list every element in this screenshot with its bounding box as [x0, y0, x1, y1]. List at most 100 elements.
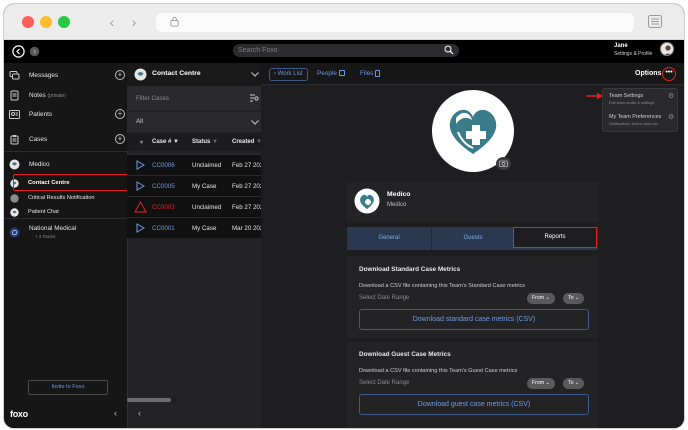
gear-icon: ⚙: [668, 114, 675, 121]
sidebar-item-messages[interactable]: Messages +: [4, 67, 127, 83]
sidebar-item-label: Messages: [29, 71, 59, 79]
date-range-label: Select Date Range: [359, 380, 410, 386]
select-all-chevron-icon[interactable]: ▾: [140, 139, 143, 146]
invite-button[interactable]: Invite to Foxo: [28, 380, 108, 395]
table-row[interactable]: CC0001 My Case Mar 20 2025: [127, 217, 267, 238]
user-settings-link[interactable]: Settings & Profile: [614, 51, 652, 57]
case-id[interactable]: CC0003: [152, 204, 175, 211]
private-tag: (private): [47, 92, 66, 99]
sidebar-item-notes[interactable]: Notes (private): [4, 87, 127, 103]
add-patient-button[interactable]: +: [115, 109, 125, 119]
channel-icon: [10, 207, 19, 217]
guest-metrics-heading: Download Guest Case Metrics: [359, 351, 451, 358]
case-table-header: ▾ Case # ▼ Status ▼ Created ▼: [127, 133, 262, 151]
camera-icon: [499, 160, 508, 167]
table-row[interactable]: CC0003 Unclaimed Feb 27 2025: [127, 196, 267, 217]
app-window: ‹ › Search Foxo Jane Settings & Profile …: [4, 4, 684, 428]
settings-sliders-icon[interactable]: [648, 15, 662, 28]
gear-icon: ⚙: [668, 93, 675, 100]
standard-metrics-desc: Download a CSV file containing this Team…: [359, 283, 526, 289]
to-date-select[interactable]: To ⌄: [563, 293, 585, 304]
maximize-window-button[interactable]: [58, 16, 70, 28]
files-icon: [375, 70, 381, 77]
more-options-button[interactable]: •••: [662, 67, 676, 81]
from-date-select[interactable]: From ⌄: [527, 293, 555, 304]
tab-guests[interactable]: Guests: [431, 227, 514, 250]
tab-general[interactable]: General: [347, 227, 431, 250]
team-sub: Medico: [387, 202, 407, 208]
change-photo-button[interactable]: [496, 157, 511, 170]
table-row[interactable]: CC0006 Unclaimed Feb 27 2025: [127, 154, 267, 175]
menu-item-team-settings[interactable]: Team Settings Edit team profile & settin…: [603, 89, 679, 111]
search-input[interactable]: Search Foxo: [233, 44, 459, 57]
to-date-select[interactable]: To ⌄: [563, 378, 585, 389]
filter-search-icon[interactable]: [250, 94, 259, 102]
from-date-select[interactable]: From ⌄: [527, 378, 555, 389]
forward-button[interactable]: ›: [126, 14, 142, 30]
case-status: My Case: [192, 225, 217, 232]
address-bar[interactable]: [156, 13, 634, 32]
files-tab[interactable]: Files: [360, 70, 381, 77]
tab-reports[interactable]: Reports: [513, 227, 597, 248]
collapse-case-list-icon[interactable]: ‹: [138, 408, 141, 418]
contact-centre-icon: [134, 68, 147, 81]
case-id[interactable]: CC0006: [152, 162, 175, 169]
column-created[interactable]: Created ▼: [232, 139, 262, 145]
sidebar-item-patients[interactable]: Patients +: [4, 106, 127, 122]
sidebar-item-cases[interactable]: Cases +: [4, 131, 127, 147]
national-medical-logo-icon: [9, 227, 20, 237]
case-list-title: Contact Centre: [152, 70, 201, 77]
download-guest-csv-button[interactable]: Download guest case metrics (CSV): [359, 394, 589, 415]
sidebar-item-label: Cases: [29, 135, 48, 143]
standard-metrics-heading: Download Standard Case Metrics: [359, 266, 461, 273]
team-name: Medico: [387, 191, 411, 198]
menu-item-team-preferences[interactable]: My Team Preferences Notifications, Activ…: [603, 111, 679, 133]
search-icon[interactable]: [444, 45, 454, 55]
add-case-button[interactable]: +: [115, 134, 125, 144]
lock-icon: [170, 16, 179, 27]
avatar[interactable]: [660, 42, 674, 56]
work-list-button[interactable]: ‹ Work List: [269, 68, 308, 81]
forward-circle-icon[interactable]: [29, 46, 40, 57]
menu-item-sub: Notifications, Active class etc.: [609, 122, 659, 126]
case-status: Unclaimed: [192, 204, 222, 211]
workspace-national-medical[interactable]: National Medical: [4, 224, 127, 240]
patients-icon: [9, 109, 20, 119]
people-tab[interactable]: People: [317, 70, 345, 77]
play-icon: [136, 223, 145, 233]
browser-toolbar: ‹ ›: [4, 4, 684, 40]
case-id[interactable]: CC0005: [152, 183, 175, 190]
notes-icon: [10, 90, 19, 100]
workspace-label: Medico: [29, 160, 50, 168]
case-status: Unclaimed: [192, 162, 222, 169]
back-circle-icon[interactable]: [12, 45, 25, 58]
people-icon: [338, 70, 345, 77]
new-message-button[interactable]: +: [115, 70, 125, 80]
play-icon: [136, 181, 145, 191]
guest-metrics-desc: Download a CSV file containing this Team…: [359, 368, 518, 374]
horizontal-scrollbar[interactable]: [127, 398, 171, 402]
sidebar-item-label: Notes (private): [29, 91, 66, 99]
user-name[interactable]: Jane: [614, 43, 628, 49]
column-case[interactable]: Case # ▼: [152, 139, 179, 145]
chevron-down-icon[interactable]: [251, 72, 259, 77]
medico-logo-icon: [9, 159, 20, 169]
workspace-medico[interactable]: Medico: [4, 156, 127, 172]
team-count: + 3 Teams: [35, 234, 56, 239]
minimize-window-button[interactable]: [40, 16, 52, 28]
table-row[interactable]: CC0005 My Case Feb 27 2025: [127, 175, 267, 196]
status-filter-value: All: [136, 118, 143, 125]
collapse-sidebar-icon[interactable]: ‹: [114, 408, 117, 418]
status-filter-select[interactable]: All: [127, 112, 261, 132]
column-status[interactable]: Status ▼: [192, 139, 218, 145]
back-button[interactable]: ‹: [104, 14, 120, 30]
date-range-label: Select Date Range: [359, 295, 410, 301]
sidebar-item-label: Patients: [29, 110, 53, 118]
close-window-button[interactable]: [22, 16, 34, 28]
filter-cases-input[interactable]: Filter Cases: [127, 86, 261, 110]
channel-icon: [10, 193, 19, 203]
options-menu: Team Settings Edit team profile & settin…: [602, 88, 678, 132]
options-label[interactable]: Options: [635, 70, 661, 77]
download-standard-csv-button[interactable]: Download standard case metrics (CSV): [359, 309, 589, 330]
case-id[interactable]: CC0001: [152, 225, 175, 232]
